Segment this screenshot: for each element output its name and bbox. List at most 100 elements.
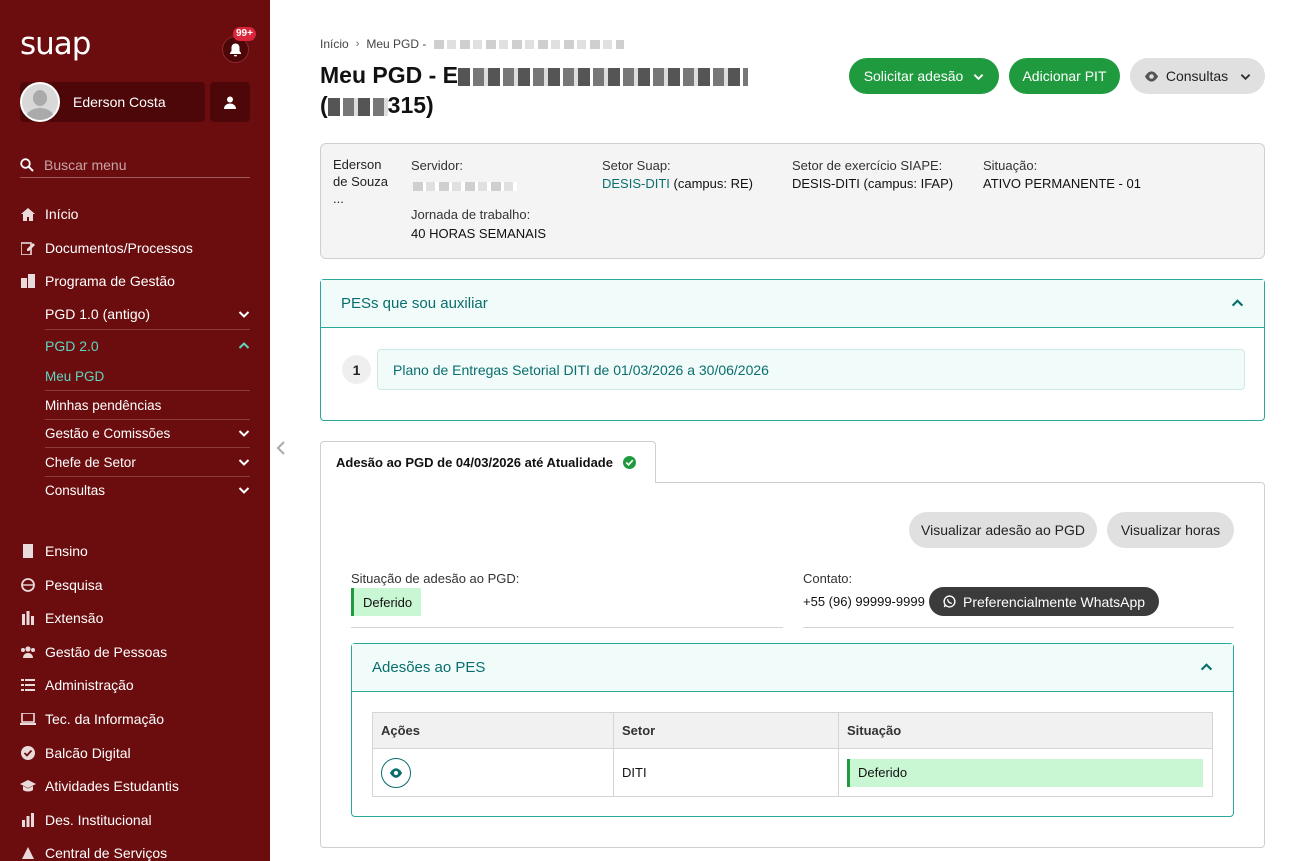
adicionar-pit-button[interactable]: Adicionar PIT (1009, 58, 1120, 94)
adesoes-pes-title: Adesões ao PES (372, 659, 486, 676)
chart-icon (20, 812, 36, 828)
menu-gestao-pessoas[interactable]: Gestão de Pessoas (20, 640, 250, 664)
setor-suap-label: Setor Suap: (602, 158, 671, 173)
redacted-text (413, 182, 517, 191)
redacted-text (458, 67, 749, 86)
menu-central-servicos[interactable]: Central de Serviços (20, 841, 250, 861)
graduation-icon (20, 778, 36, 794)
solicitar-adesao-button[interactable]: Solicitar adesão (849, 58, 999, 94)
situacao-cell: Deferido (838, 748, 1213, 797)
menu-programa-gestao[interactable]: Programa de Gestão (20, 269, 250, 293)
contato-value: +55 (96) 99999-9999 (803, 594, 925, 609)
breadcrumb-separator: › (355, 38, 360, 50)
tab-adesao-label: Adesão ao PGD de 04/03/2026 até Atualida… (336, 455, 613, 470)
notifications-badge: 99+ (233, 27, 256, 41)
menu-pgd2-label: PGD 2.0 (45, 338, 99, 354)
table-row: DITI Deferido (372, 748, 1213, 797)
menu-chefe-setor[interactable]: Chefe de Setor (45, 450, 250, 474)
collapse-sidebar-icon[interactable] (276, 440, 286, 456)
setor-siape-value: DESIS-DITI (campus: IFAP) (792, 176, 954, 191)
visualizar-horas-button[interactable]: Visualizar horas (1107, 512, 1234, 548)
menu-pgd2[interactable]: PGD 2.0 (45, 334, 250, 358)
view-button[interactable] (381, 757, 411, 788)
menu-chefe-setor-label: Chefe de Setor (45, 454, 136, 470)
consultas-button[interactable]: Consultas (1130, 58, 1265, 94)
page-title-paren: ( (320, 92, 328, 118)
menu-tec-informacao[interactable]: Tec. da Informação (20, 707, 250, 731)
menu-inicio-label: Início (45, 206, 79, 222)
plano-entregas-link[interactable]: Plano de Entregas Setorial DITI de 01/03… (377, 349, 1245, 390)
menu-ensino[interactable]: Ensino (20, 539, 250, 563)
menu-search[interactable]: Buscar menu (20, 152, 250, 178)
divider (45, 329, 250, 330)
eye-icon (1144, 70, 1158, 82)
breadcrumb-current: Meu PGD - (366, 37, 427, 51)
jornada-label: Jornada de trabalho: (411, 207, 531, 222)
adesoes-pes-header[interactable]: Adesões ao PES (352, 644, 1233, 692)
chevron-down-icon (238, 487, 250, 494)
visualizar-adesao-label: Visualizar adesão ao PGD (921, 522, 1085, 538)
divider (45, 419, 250, 420)
actions-cell (372, 748, 614, 797)
globe-icon (20, 577, 36, 593)
menu-pesquisa[interactable]: Pesquisa (20, 573, 250, 597)
redacted-text (327, 97, 388, 116)
breadcrumb-home[interactable]: Início (320, 37, 349, 51)
chevron-down-icon (238, 459, 250, 466)
menu-consultas[interactable]: Consultas (45, 478, 250, 502)
search-input[interactable]: Buscar menu (44, 157, 126, 173)
pes-auxiliar-header[interactable]: PESs que sou auxiliar (321, 280, 1264, 328)
column-header: Setor (613, 712, 839, 749)
tab-adesao[interactable]: Adesão ao PGD de 04/03/2026 até Atualida… (320, 441, 656, 483)
menu-central-servicos-label: Central de Serviços (45, 845, 168, 861)
building-icon (20, 273, 36, 289)
divider (45, 476, 250, 477)
page-title-prefix: Meu PGD - E (320, 62, 459, 88)
user-name: Ederson Costa (73, 94, 166, 110)
list-icon (20, 677, 36, 693)
suap-logo[interactable]: suap (20, 26, 91, 62)
menu-meu-pgd[interactable]: Meu PGD (45, 364, 250, 388)
redacted-text (434, 39, 625, 49)
profile-button[interactable] (210, 82, 250, 122)
menu-pesquisa-label: Pesquisa (45, 577, 103, 593)
menu-gestao-comissoes[interactable]: Gestão e Comissões (45, 421, 250, 445)
menu-atividades-estudantis[interactable]: Atividades Estudantis (20, 774, 250, 798)
menu-administracao-label: Administração (45, 677, 134, 693)
setor-siape-label: Setor de exercício SIAPE: (792, 158, 943, 173)
chevron-up-icon (1200, 663, 1213, 671)
menu-balcao-digital[interactable]: Balcão Digital (20, 741, 250, 765)
visualizar-horas-label: Visualizar horas (1120, 522, 1221, 538)
user-menu[interactable]: Ederson Costa (20, 82, 205, 122)
adesoes-table: Ações Setor Situação DITI Deferido (372, 712, 1213, 797)
breadcrumb: Início › Meu PGD - (320, 37, 625, 51)
page-title-suffix: 315) (387, 92, 434, 118)
jornada-value: 40 HORAS SEMANAIS (411, 226, 547, 241)
menu-extensao[interactable]: Extensão (20, 606, 250, 630)
menu-pgd1[interactable]: PGD 1.0 (antigo) (45, 302, 250, 326)
item-number-badge: 1 (342, 355, 371, 384)
check-circle-icon (20, 745, 36, 761)
situacao-label: Situação: (983, 158, 1038, 173)
whatsapp-icon (943, 595, 956, 608)
eye-icon (389, 767, 403, 778)
setor-suap-link[interactable]: DESIS-DITI (602, 176, 670, 191)
divider (803, 627, 1234, 628)
status-badge: Deferido (351, 588, 422, 616)
chevron-up-icon (1231, 299, 1244, 307)
page-title: Meu PGD - E (315) (320, 60, 800, 120)
setor-suap-campus: (campus: RE) (669, 176, 753, 191)
column-header: Situação (838, 712, 1213, 749)
menu-minhas-pendencias[interactable]: Minhas pendências (45, 393, 250, 417)
menu-documentos[interactable]: Documentos/Processos (20, 236, 250, 260)
whatsapp-badge: Preferencialmente WhatsApp (929, 587, 1160, 616)
visualizar-adesao-button[interactable]: Visualizar adesão ao PGD (909, 512, 1097, 548)
chevron-down-icon (974, 73, 984, 80)
chevron-down-icon (238, 430, 250, 437)
search-icon (20, 157, 34, 172)
menu-inicio[interactable]: Início (20, 202, 250, 226)
menu-minhas-pendencias-label: Minhas pendências (45, 397, 162, 413)
menu-administracao[interactable]: Administração (20, 673, 250, 697)
menu-des-institucional[interactable]: Des. Institucional (20, 808, 250, 832)
book-icon (20, 543, 36, 559)
